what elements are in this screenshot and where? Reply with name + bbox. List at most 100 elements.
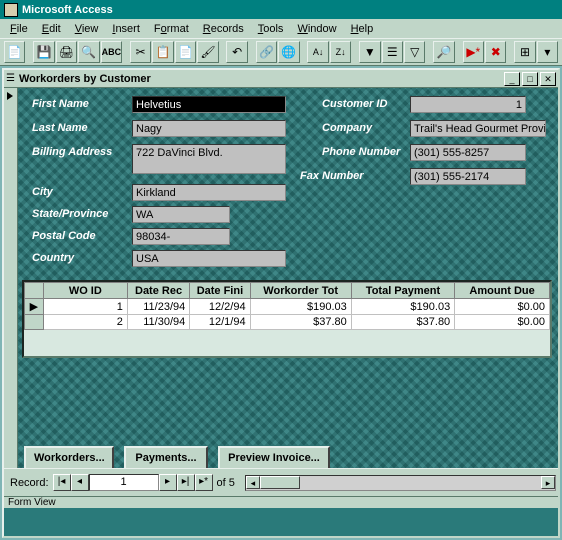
cell-amount-due[interactable]: $0.00	[455, 315, 550, 330]
preview-invoice-button[interactable]: Preview Invoice...	[218, 446, 330, 470]
nav-current-field[interactable]: 1	[89, 474, 159, 491]
menu-records[interactable]: Records	[197, 21, 250, 37]
undo-button[interactable]: ↶	[226, 41, 247, 63]
label-billing: Billing Address	[32, 146, 112, 158]
menu-bar: File Edit View Insert Format Records Too…	[0, 19, 562, 38]
cell-date-rec[interactable]: 11/23/94	[127, 299, 189, 315]
label-fax: Fax Number	[300, 170, 364, 182]
form-title-bar: ☰ Workorders by Customer _ □ ✕	[4, 70, 558, 88]
new-object-button[interactable]: ▾	[537, 41, 558, 63]
cell-amount-due[interactable]: $0.00	[455, 299, 550, 315]
menu-insert[interactable]: Insert	[106, 21, 146, 37]
cell-date-fin[interactable]: 12/1/94	[190, 315, 250, 330]
sort-asc-button[interactable]: A↓	[307, 41, 328, 63]
close-button[interactable]: ✕	[540, 72, 556, 86]
workorders-button[interactable]: Workorders...	[24, 446, 114, 470]
status-hint: Form View	[4, 496, 558, 508]
col-wo-total[interactable]: Workorder Tot	[250, 283, 351, 299]
col-total-pay[interactable]: Total Payment	[351, 283, 454, 299]
current-record-arrow-icon	[7, 92, 13, 100]
state-field[interactable]: WA	[132, 206, 230, 223]
nav-last-button[interactable]: ▸|	[177, 474, 195, 491]
menu-window[interactable]: Window	[291, 21, 342, 37]
link-button[interactable]: 🔗	[256, 41, 277, 63]
table-row[interactable]: 2 11/30/94 12/1/94 $37.80 $37.80 $0.00	[25, 315, 550, 330]
row-selector-header[interactable]	[25, 283, 44, 299]
print-button[interactable]: 🖨	[56, 41, 77, 63]
nav-next-button[interactable]: ▸	[159, 474, 177, 491]
cut-button[interactable]: ✂	[130, 41, 151, 63]
spell-button[interactable]: ABC	[101, 41, 123, 63]
label-last-name: Last Name	[32, 122, 88, 134]
view-button[interactable]: 📄	[4, 41, 25, 63]
phone-field[interactable]: (301) 555-8257	[410, 144, 526, 161]
hscroll[interactable]: ◂ ▸	[245, 475, 556, 491]
filter-toggle-button[interactable]: ▽	[404, 41, 425, 63]
company-field[interactable]: Trail's Head Gourmet Provis	[410, 120, 546, 137]
cell-wo-total[interactable]: $37.80	[250, 315, 351, 330]
cell-total-pay[interactable]: $190.03	[351, 299, 454, 315]
cell-wo-total[interactable]: $190.03	[250, 299, 351, 315]
cell-total-pay[interactable]: $37.80	[351, 315, 454, 330]
scroll-thumb[interactable]	[260, 476, 300, 489]
nav-new-button[interactable]: ▸*	[195, 474, 213, 491]
menu-file[interactable]: File	[4, 21, 34, 37]
last-name-field[interactable]: Nagy	[132, 120, 286, 137]
nav-first-button[interactable]: |◂	[53, 474, 71, 491]
col-date-fin[interactable]: Date Fini	[190, 283, 250, 299]
payments-button[interactable]: Payments...	[124, 446, 208, 470]
first-name-field[interactable]: Helvetius	[132, 96, 286, 113]
row-selector[interactable]: ▶	[25, 299, 44, 315]
menu-view[interactable]: View	[69, 21, 105, 37]
nav-of-label: of 5	[213, 477, 239, 489]
billing-field[interactable]: 722 DaVinci Blvd.	[132, 144, 286, 174]
format-painter-button[interactable]: 🖌	[197, 41, 218, 63]
table-row[interactable]: ▶ 1 11/23/94 12/2/94 $190.03 $190.03 $0.…	[25, 299, 550, 315]
filter-sel-button[interactable]: ▼	[359, 41, 380, 63]
sort-desc-button[interactable]: Z↓	[330, 41, 351, 63]
row-selector[interactable]	[25, 315, 44, 330]
new-record-button[interactable]: ▶*	[463, 41, 484, 63]
postal-field[interactable]: 98034-	[132, 228, 230, 245]
maximize-button[interactable]: □	[522, 72, 538, 86]
label-first-name: First Name	[32, 98, 89, 110]
country-field[interactable]: USA	[132, 250, 286, 267]
nav-prev-button[interactable]: ◂	[71, 474, 89, 491]
record-selector[interactable]	[4, 88, 18, 468]
cell-date-rec[interactable]: 11/30/94	[127, 315, 189, 330]
col-date-rec[interactable]: Date Rec	[127, 283, 189, 299]
cell-wo-id[interactable]: 1	[43, 299, 127, 315]
col-amount-due[interactable]: Amount Due	[455, 283, 550, 299]
label-customer-id: Customer ID	[322, 98, 387, 110]
save-button[interactable]: 💾	[33, 41, 54, 63]
menu-help[interactable]: Help	[345, 21, 380, 37]
cell-date-fin[interactable]: 12/2/94	[190, 299, 250, 315]
form-title: Workorders by Customer	[15, 73, 502, 85]
copy-button[interactable]: 📋	[152, 41, 173, 63]
preview-button[interactable]: 🔍	[78, 41, 99, 63]
delete-record-button[interactable]: ✖	[485, 41, 506, 63]
menu-format[interactable]: Format	[148, 21, 195, 37]
col-wo-id[interactable]: WO ID	[43, 283, 127, 299]
paste-button[interactable]: 📄	[175, 41, 196, 63]
customer-id-field[interactable]: 1	[410, 96, 526, 113]
scroll-left-button[interactable]: ◂	[246, 476, 260, 489]
city-field[interactable]: Kirkland	[132, 184, 286, 201]
find-button[interactable]: 🔎	[433, 41, 454, 63]
fax-field[interactable]: (301) 555-2174	[410, 168, 526, 185]
filter-form-button[interactable]: ☰	[382, 41, 403, 63]
nav-label: Record:	[6, 477, 53, 489]
label-country: Country	[32, 252, 74, 264]
label-postal: Postal Code	[32, 230, 96, 242]
minimize-button[interactable]: _	[504, 72, 520, 86]
app-title-bar: Microsoft Access	[0, 0, 562, 19]
scroll-right-button[interactable]: ▸	[541, 476, 555, 489]
menu-edit[interactable]: Edit	[36, 21, 67, 37]
web-button[interactable]: 🌐	[278, 41, 299, 63]
form-body: First Name Helvetius Last Name Nagy Bill…	[4, 88, 558, 508]
cell-wo-id[interactable]: 2	[43, 315, 127, 330]
label-phone: Phone Number	[322, 146, 400, 158]
db-window-button[interactable]: ⊞	[514, 41, 535, 63]
menu-tools[interactable]: Tools	[252, 21, 290, 37]
label-state: State/Province	[32, 208, 108, 220]
